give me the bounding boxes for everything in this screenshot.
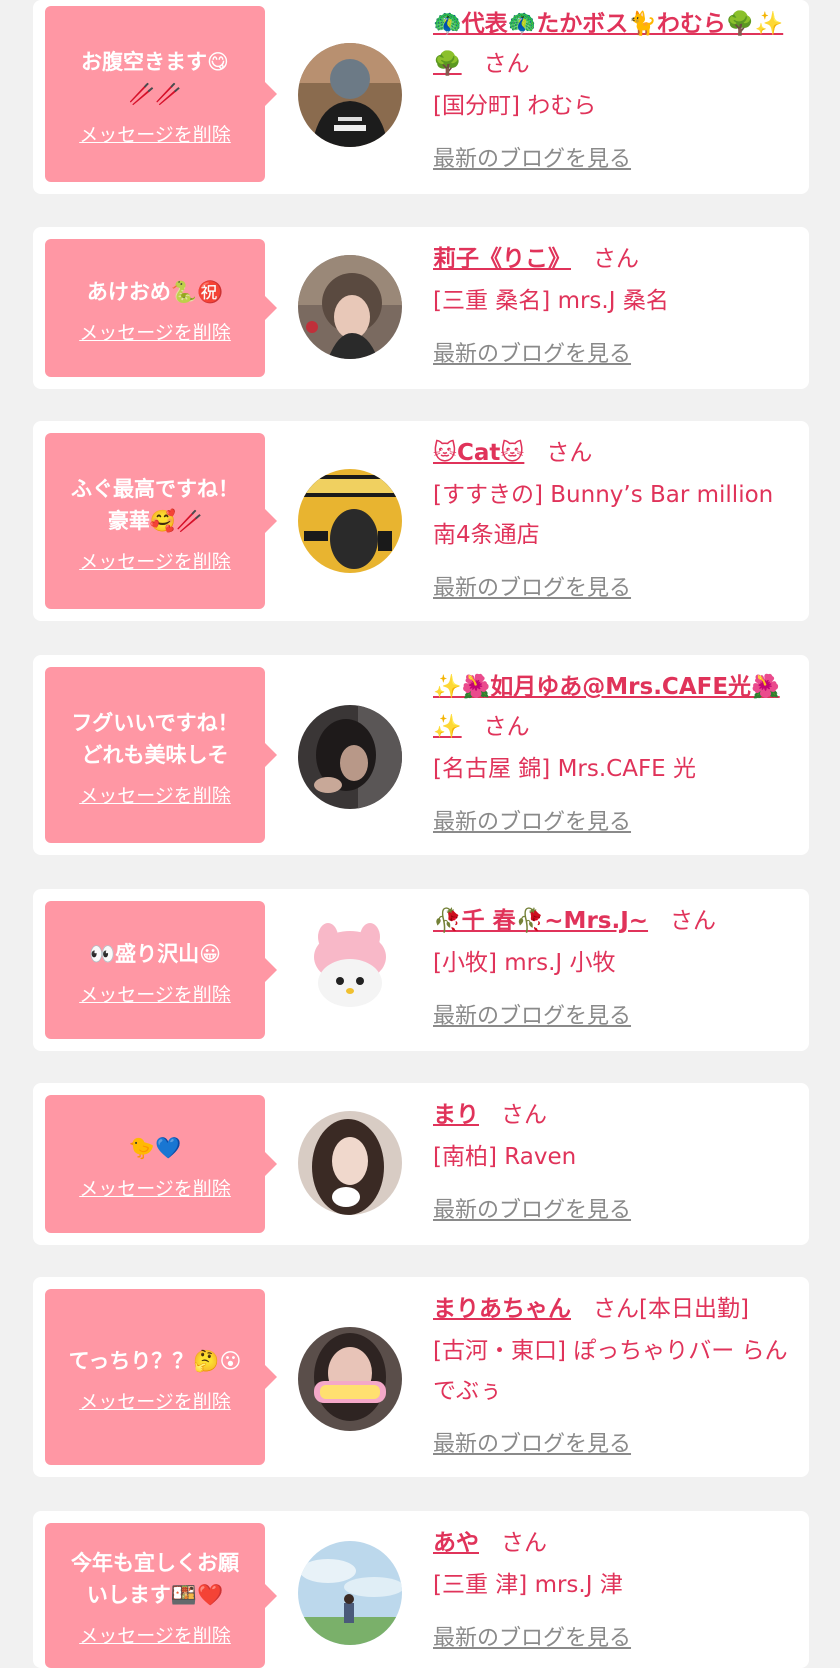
shop-location: [国分町] わむら [433, 93, 597, 119]
honorific: さん [483, 51, 530, 77]
honorific: さん [593, 246, 639, 272]
sender-name-link[interactable]: 莉子《りこ》 [433, 246, 571, 272]
honorific: さん [501, 1102, 547, 1128]
message-text: 👀盛り沢山😀 [88, 941, 222, 966]
message-card: 🐤💙 メッセージを削除 まり さん [南柏] Raven 最新のブログを見る [33, 1083, 809, 1245]
honorific: さん [670, 908, 717, 934]
delete-message-link[interactable]: メッセージを削除 [79, 120, 231, 147]
honorific: さん [501, 1530, 547, 1556]
delete-message-link[interactable]: メッセージを削除 [79, 318, 231, 345]
avatar[interactable] [298, 917, 402, 1021]
avatar-photo-dark-hair [298, 705, 402, 809]
shop-location: [小牧] mrs.J 小牧 [433, 950, 616, 976]
shop-location: [三重 桑名] mrs.J 桑名 [433, 288, 669, 314]
sender-info: ✨🌺如月ゆあ@Mrs.CAFE光🌺✨ さん [名古屋 錦] Mrs.CAFE 光 … [433, 667, 803, 842]
message-card: フグいいですね！ どれも美味しそ メッセージを削除 ✨🌺如月ゆあ@Mrs.CAF… [33, 655, 809, 855]
avatar[interactable] [298, 1327, 402, 1431]
message-card: 👀盛り沢山😀 メッセージを削除 🥀千 春🥀~Mrs.J~ さん [小牧] mrs.… [33, 889, 809, 1051]
honorific: さん [483, 714, 530, 740]
latest-blog-link[interactable]: 最新のブログを見る [433, 335, 631, 374]
sender-name-link[interactable]: 🥀千 春🥀~Mrs.J~ [433, 908, 648, 934]
message-bubble: てっちり？？🤔😮 メッセージを削除 [45, 1289, 277, 1465]
sender-name-link[interactable]: 🐱Cat🐱 [433, 440, 524, 466]
message-text: ふぐ最高ですね！ 豪華🥰🥢 [71, 476, 239, 533]
latest-blog-link[interactable]: 最新のブログを見る [433, 140, 631, 179]
name-line: あや さん [433, 1523, 803, 1563]
avatar-photo-short-hair [298, 255, 402, 359]
shop-location: [三重 津] mrs.J 津 [433, 1572, 623, 1598]
name-line: まり さん [433, 1095, 803, 1135]
message-text: フグいいですね！ どれも美味しそ [71, 710, 239, 767]
message-card: ふぐ最高ですね！ 豪華🥰🥢 メッセージを削除 🐱Cat🐱 さん [すすきの] Bu… [33, 421, 809, 621]
message-bubble: あけおめ🐍㊗️ メッセージを削除 [45, 239, 277, 377]
name-line: 🐱Cat🐱 さん [433, 433, 803, 473]
name-line: ✨🌺如月ゆあ@Mrs.CAFE光🌺✨ さん [433, 667, 803, 747]
message-bubble: ふぐ最高ですね！ 豪華🥰🥢 メッセージを削除 [45, 433, 277, 609]
shop-location: [南柏] Raven [433, 1144, 577, 1170]
sender-info: 🥀千 春🥀~Mrs.J~ さん [小牧] mrs.J 小牧 最新のブログを見る [433, 901, 803, 1036]
message-bubble: 🐤💙 メッセージを削除 [45, 1095, 277, 1233]
sender-info: 🦚代表🦚たかボス🐈わむら🌳✨🌳 さん [国分町] わむら 最新のブログを見る [433, 4, 803, 179]
message-text: てっちり？？🤔😮 [68, 1348, 242, 1373]
sender-info: 🐱Cat🐱 さん [すすきの] Bunny’s Bar million 南4条通店… [433, 433, 803, 608]
avatar-photo-boss-jacket [298, 43, 402, 147]
avatar[interactable] [298, 1111, 402, 1215]
sender-info: 莉子《りこ》 さん [三重 桑名] mrs.J 桑名 最新のブログを見る [433, 239, 803, 374]
shop-location: [名古屋 錦] Mrs.CAFE 光 [433, 756, 697, 782]
name-line: 🥀千 春🥀~Mrs.J~ さん [433, 901, 803, 941]
message-text: あけおめ🐍㊗️ [86, 279, 224, 304]
message-list: お腹空きます😋 🥢🥢 メッセージを削除 🦚代表🦚たかボス🐈わむら🌳✨🌳 さん [国… [0, 0, 840, 1668]
name-line: 莉子《りこ》 さん [433, 239, 803, 279]
avatar[interactable] [298, 255, 402, 359]
sender-name-link[interactable]: あや [433, 1530, 479, 1556]
sender-name-link[interactable]: まり [433, 1102, 479, 1128]
avatar-photo-long-hair [298, 1111, 402, 1215]
message-card: お腹空きます😋 🥢🥢 メッセージを削除 🦚代表🦚たかボス🐈わむら🌳✨🌳 さん [国… [33, 0, 809, 194]
sender-info: まり さん [南柏] Raven 最新のブログを見る [433, 1095, 803, 1230]
honorific: さん[本日出勤] [593, 1296, 749, 1322]
message-card: あけおめ🐍㊗️ メッセージを削除 莉子《りこ》 さん [三重 桑名] mrs.J … [33, 227, 809, 389]
avatar-photo-sky-field [298, 1541, 402, 1645]
message-text: お腹空きます😋 🥢🥢 [81, 49, 229, 106]
shop-location: [古河・東口] ぽっちゃりバー らんでぶぅ [433, 1338, 788, 1404]
avatar[interactable] [298, 43, 402, 147]
delete-message-link[interactable]: メッセージを削除 [79, 1174, 231, 1201]
delete-message-link[interactable]: メッセージを削除 [79, 1621, 231, 1648]
message-card: てっちり？？🤔😮 メッセージを削除 まりあちゃん さん[本日出勤] [古河・東口]… [33, 1277, 809, 1477]
sender-info: あや さん [三重 津] mrs.J 津 最新のブログを見る [433, 1523, 803, 1658]
message-bubble: フグいいですね！ どれも美味しそ メッセージを削除 [45, 667, 277, 843]
sender-info: まりあちゃん さん[本日出勤] [古河・東口] ぽっちゃりバー らんでぶぅ 最新の… [433, 1289, 803, 1464]
avatar-photo-pink-plush [298, 917, 402, 1021]
name-line: まりあちゃん さん[本日出勤] [433, 1289, 803, 1329]
message-text: 🐤💙 [128, 1135, 182, 1160]
message-text: 今年も宜しくお願 いします🍱❤️ [71, 1551, 239, 1607]
message-bubble: 👀盛り沢山😀 メッセージを削除 [45, 901, 277, 1039]
latest-blog-link[interactable]: 最新のブログを見る [433, 1191, 631, 1230]
shop-location: [すすきの] Bunny’s Bar million 南4条通店 [433, 482, 774, 548]
honorific: さん [546, 440, 593, 466]
latest-blog-link[interactable]: 最新のブログを見る [433, 803, 631, 842]
message-bubble: お腹空きます😋 🥢🥢 メッセージを削除 [45, 6, 277, 182]
delete-message-link[interactable]: メッセージを削除 [79, 1387, 231, 1414]
avatar[interactable] [298, 469, 402, 573]
latest-blog-link[interactable]: 最新のブログを見る [433, 997, 631, 1036]
avatar[interactable] [298, 1541, 402, 1645]
name-line: 🦚代表🦚たかボス🐈わむら🌳✨🌳 さん [433, 4, 803, 84]
latest-blog-link[interactable]: 最新のブログを見る [433, 1425, 631, 1464]
avatar-photo-happy-sticker [298, 1327, 402, 1431]
message-card: 今年も宜しくお願 いします🍱❤️ メッセージを削除 あや さん [三重 津] mr… [33, 1511, 809, 1668]
latest-blog-link[interactable]: 最新のブログを見る [433, 569, 631, 608]
avatar-photo-bunny-magazine [298, 469, 402, 573]
avatar[interactable] [298, 705, 402, 809]
delete-message-link[interactable]: メッセージを削除 [79, 781, 231, 808]
sender-name-link[interactable]: まりあちゃん [433, 1296, 571, 1322]
delete-message-link[interactable]: メッセージを削除 [79, 980, 231, 1007]
message-bubble: 今年も宜しくお願 いします🍱❤️ メッセージを削除 [45, 1523, 277, 1668]
latest-blog-link[interactable]: 最新のブログを見る [433, 1619, 631, 1658]
delete-message-link[interactable]: メッセージを削除 [79, 547, 231, 574]
